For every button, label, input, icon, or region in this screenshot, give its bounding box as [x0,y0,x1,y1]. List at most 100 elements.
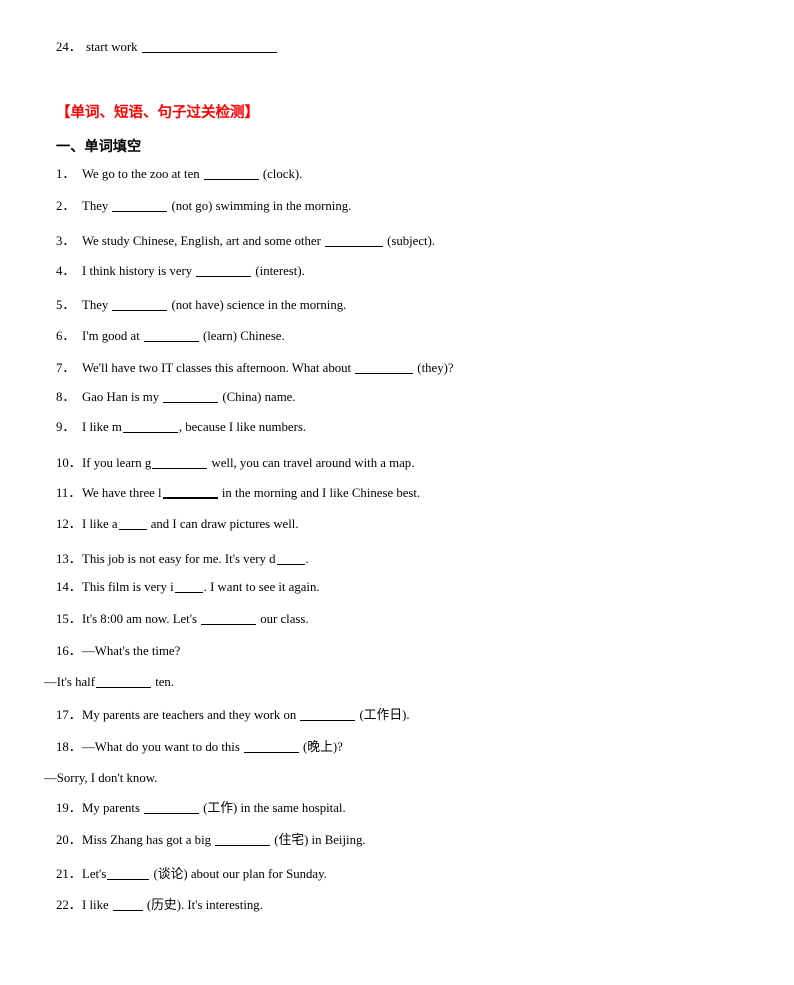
question-item: 19．My parents (工作) in the same hospital. [56,802,346,815]
answer-blank[interactable] [112,200,168,212]
item-text-before-blank: Let's [82,867,107,881]
item-text-after-blank: (they)? [414,361,454,375]
item-number: 13． [56,552,82,566]
answer-blank[interactable] [243,741,299,753]
answer-blank[interactable] [143,330,199,342]
item-text-before-blank: This job is not easy for me. It's very d [82,552,276,566]
item-number: 16． [56,644,82,658]
item-text-after-blank: . I want to see it again. [203,580,320,594]
item-text-before-blank: If you learn g [82,456,152,470]
item-text-before-blank: —What do you want to do this [82,740,240,754]
worksheet-page: 24． start work 【单词、短语、句子过关检测】 一、单词填空 1． We… [0,0,794,985]
question-item: 21．Let's (谈论) about our plan for Sunday. [56,868,327,881]
item-text-before-blank: I like a [82,517,118,531]
item-text-after-blank: (clock). [259,167,303,181]
item-number: 17． [56,708,82,722]
item-text-after-blank: (interest). [252,264,305,278]
answer-blank[interactable] [300,709,356,721]
question-item: 3． We study Chinese, English, art and som… [56,235,435,248]
item-text-before-blank: I like m [82,420,122,434]
answer-blank[interactable] [162,486,218,499]
question-item: —Sorry, I don't know. [44,772,157,785]
item-text-after-blank: (subject). [383,234,436,248]
question-item: 1． We go to the zoo at ten (clock). [56,168,302,181]
answer-blank[interactable] [203,168,259,180]
question-item: 7． We'll have two IT classes this afterno… [56,362,454,375]
item-number: 22． [56,898,82,912]
item-number: 12． [56,517,82,531]
answer-blank[interactable] [122,421,178,433]
item-text-before-blank: I think history is very [82,264,193,278]
answer-blank[interactable] [201,613,257,625]
item-text-before-blank: I'm good at [82,329,140,343]
item-text-after-blank: (工作) in the same hospital. [199,801,346,815]
item-text-before-blank: My parents are teachers and they work on [82,708,297,722]
question-item: 6． I'm good at (learn) Chinese. [56,330,285,343]
item-text-before-blank: —It's half [44,675,95,689]
answer-blank[interactable] [215,834,271,846]
item-text-after-blank: (China) name. [219,390,296,404]
item-text-after-blank: ten. [152,675,175,689]
item-number: 15． [56,612,82,626]
question-item: 13．This job is not easy for me. It's ver… [56,553,309,566]
question-item: 2． They (not go) swimming in the morning. [56,200,351,213]
item-text-before-blank: We study Chinese, English, art and some … [82,234,321,248]
answer-blank[interactable] [118,518,147,530]
answer-blank[interactable] [152,457,208,469]
answer-blank[interactable] [96,676,151,688]
item-text-before-blank: This film is very i [82,580,174,594]
item-text-after-blank: (晚上)? [299,740,343,754]
question-item: 10．If you learn g well, you can travel a… [56,457,414,470]
item-number: 21． [56,867,82,881]
item-number: 19． [56,801,82,815]
item-number: 8． [56,390,76,404]
item-text-after-blank: , because I like numbers. [178,420,307,434]
answer-blank[interactable] [196,265,252,277]
item-text-before-blank: Miss Zhang has got a big [82,833,212,847]
question-item: 11．We have three l in the morning and I … [56,486,420,500]
question-item: —It's half ten. [44,676,174,689]
item-number: 2． [56,199,76,213]
item-text-before-blank: We go to the zoo at ten [82,167,200,181]
answer-blank[interactable] [112,899,143,911]
item-number: 24． [56,40,82,54]
question-item: 8． Gao Han is my (China) name. [56,391,296,404]
question-item: 12．I like a and I can draw pictures well… [56,518,299,531]
section-heading-red: 【单词、短语、句子过关检测】 [56,105,259,121]
question-item: 9． I like m , because I like numbers. [56,421,306,434]
question-item: 15．It's 8:00 am now. Let's our class. [56,613,309,626]
item-text-before-blank: We'll have two IT classes this afternoon… [82,361,352,375]
answer-blank[interactable] [163,391,219,403]
item-text-before-blank: My parents [82,801,140,815]
question-item: 22．I like (历史). It's interesting. [56,899,263,912]
item-text-before-blank: They [82,298,109,312]
item-text-after-blank: (not go) swimming in the morning. [168,199,352,213]
item-text-after-blank: . [305,552,309,566]
item-text-before-blank: I like [82,898,109,912]
answer-blank[interactable] [174,581,203,593]
item-number: 4． [56,264,76,278]
item-number: 1． [56,167,76,181]
answer-blank[interactable] [112,299,168,311]
question-item: 5． They (not have) science in the morning… [56,299,346,312]
item-text-after-blank: (learn) Chinese. [199,329,285,343]
answer-blank[interactable] [107,868,150,880]
answer-blank[interactable] [143,802,199,814]
item-text-before-blank: They [82,199,109,213]
answer-blank[interactable] [324,235,383,247]
item-number: 5． [56,298,76,312]
question-item: 16．—What's the time? [56,645,180,658]
item-number: 14． [56,580,82,594]
item-text-after-blank: and I can draw pictures well. [147,517,299,531]
item-text-before-blank: We have three l [82,486,162,500]
item-number: 3． [56,234,76,248]
answer-blank[interactable] [355,362,414,374]
answer-blank[interactable] [141,41,277,53]
carryover-item-24: 24． start work [56,41,278,54]
item-text: start work [86,40,138,54]
item-text-after-blank: in the morning and I like Chinese best. [218,486,421,500]
item-text-before-blank: —What's the time? [82,644,181,658]
answer-blank[interactable] [276,553,305,565]
item-number: 18． [56,740,82,754]
item-text-after-blank: (not have) science in the morning. [168,298,347,312]
